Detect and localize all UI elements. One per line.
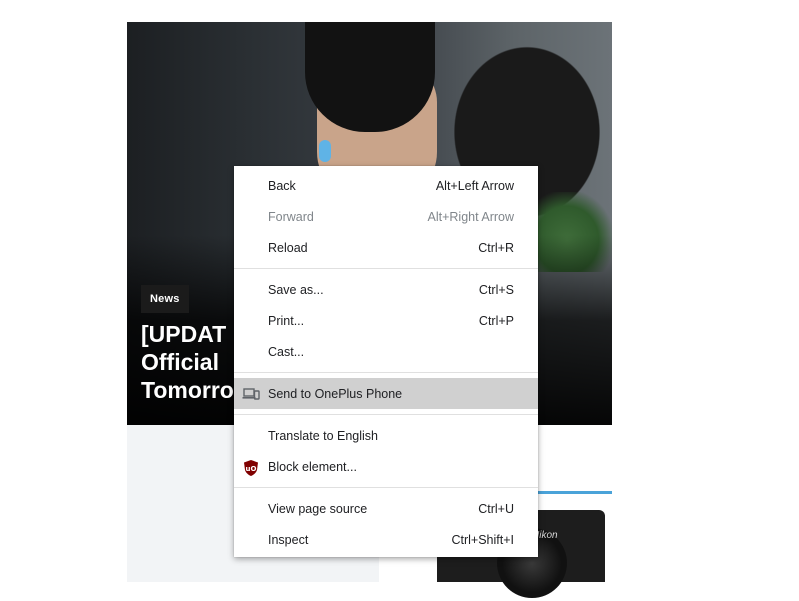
menu-item-block-element[interactable]: uO Block element...: [234, 451, 538, 482]
menu-item-save-as[interactable]: Save as... Ctrl+S: [234, 274, 538, 305]
menu-item-view-source[interactable]: View page source Ctrl+U: [234, 493, 538, 524]
menu-item-send-to-device[interactable]: Send to OnePlus Phone: [234, 378, 538, 409]
menu-item-label: Print...: [268, 313, 305, 328]
menu-item-label: Back: [268, 178, 296, 193]
svg-text:uO: uO: [246, 465, 257, 473]
menu-item-shortcut: Alt+Left Arrow: [435, 178, 514, 193]
menu-item-shortcut: Alt+Right Arrow: [427, 209, 515, 224]
ublock-origin-icon: uO: [242, 459, 260, 476]
menu-item-shortcut: Ctrl+P: [478, 313, 514, 328]
section-accent-line: [538, 491, 612, 494]
menu-item-forward[interactable]: Forward Alt+Right Arrow: [234, 201, 538, 232]
menu-item-label: Block element...: [268, 459, 357, 474]
category-badge[interactable]: News: [141, 285, 189, 313]
menu-item-shortcut: Ctrl+R: [478, 240, 514, 255]
menu-separator: [234, 268, 538, 269]
menu-item-translate[interactable]: Translate to English: [234, 420, 538, 451]
menu-item-label: Forward: [268, 209, 314, 224]
menu-item-cast[interactable]: Cast...: [234, 336, 538, 367]
person-hair: [305, 22, 435, 132]
menu-item-shortcut: Ctrl+Shift+I: [451, 532, 514, 547]
menu-item-inspect[interactable]: Inspect Ctrl+Shift+I: [234, 524, 538, 555]
menu-item-shortcut: Ctrl+S: [478, 282, 514, 297]
menu-separator: [234, 372, 538, 373]
menu-separator: [234, 487, 538, 488]
menu-item-label: Cast...: [268, 344, 305, 359]
menu-item-label: Inspect: [268, 532, 309, 547]
devices-icon: [242, 386, 260, 402]
menu-separator: [234, 414, 538, 415]
menu-item-print[interactable]: Print... Ctrl+P: [234, 305, 538, 336]
menu-item-label: View page source: [268, 501, 368, 516]
context-menu: Back Alt+Left Arrow Forward Alt+Right Ar…: [234, 166, 538, 557]
menu-item-label: Translate to English: [268, 428, 379, 443]
menu-item-label: Save as...: [268, 282, 324, 297]
menu-item-shortcut: Ctrl+U: [478, 501, 514, 516]
menu-item-back[interactable]: Back Alt+Left Arrow: [234, 170, 538, 201]
menu-item-reload[interactable]: Reload Ctrl+R: [234, 232, 538, 263]
menu-item-label: Send to OnePlus Phone: [268, 386, 403, 401]
menu-item-label: Reload: [268, 240, 308, 255]
earbud: [319, 140, 331, 162]
